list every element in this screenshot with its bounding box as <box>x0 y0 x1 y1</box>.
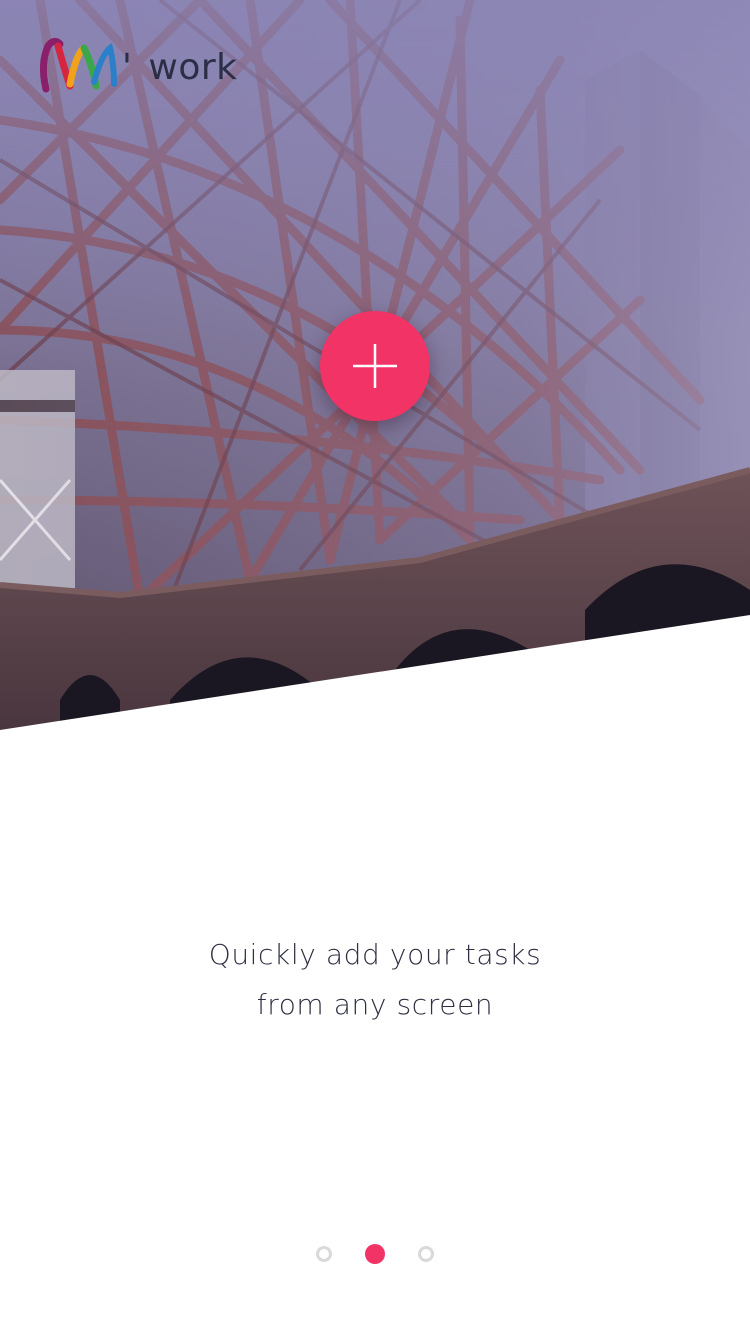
page-dot-1[interactable] <box>316 1246 332 1262</box>
logo-m-icon <box>39 37 117 93</box>
plus-icon <box>353 344 397 388</box>
app-logo: ' work <box>36 34 238 96</box>
onboarding-line-1: Quickly add your tasks <box>208 938 542 971</box>
page-dot-3[interactable] <box>418 1246 434 1262</box>
page-dot-2-active[interactable] <box>365 1244 385 1264</box>
onboarding-message: Quickly add your tasks from any screen <box>0 930 750 1030</box>
onboarding-screen: ' work Quickly add your tasks from any s… <box>0 0 750 1334</box>
add-task-button[interactable] <box>320 311 430 421</box>
logo-apostrophe: ' <box>122 46 133 88</box>
onboarding-line-2: from any screen <box>256 988 494 1021</box>
page-indicator <box>0 1244 750 1264</box>
logo-wordmark: work <box>148 46 238 88</box>
